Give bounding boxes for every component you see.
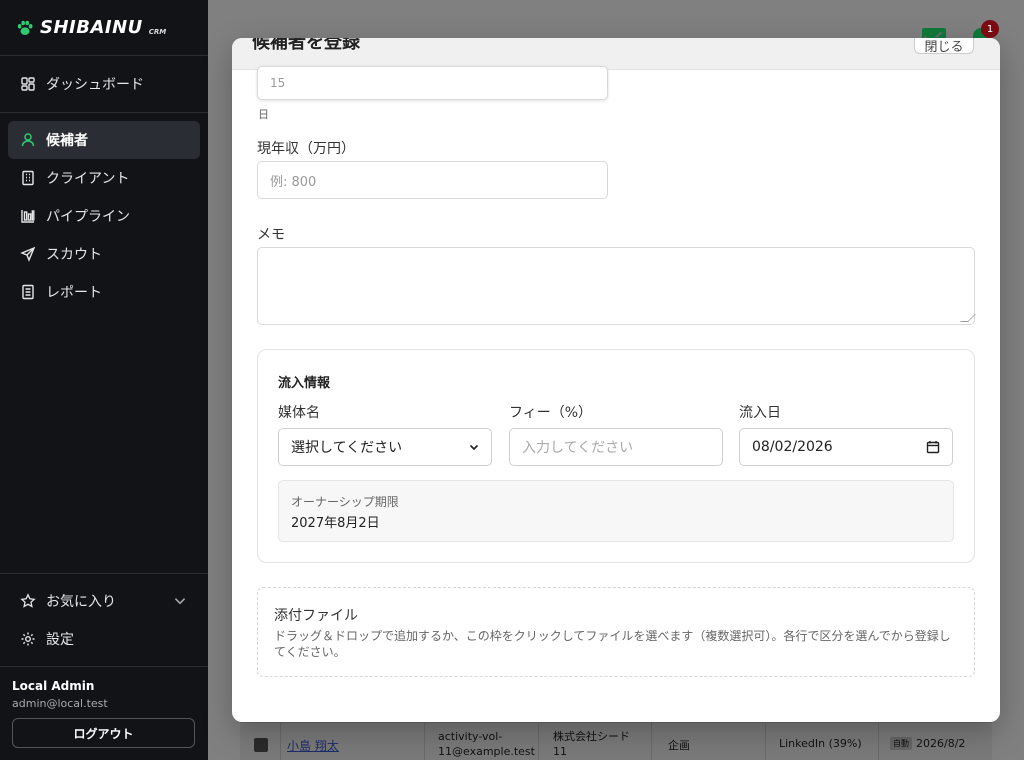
notification-badge: 1: [981, 20, 999, 38]
ownership-deadline: オーナーシップ期限 2027年8月2日: [278, 480, 954, 542]
register-candidate-modal: 候補者を登録 閉じる 15 日 現年収（万円） 例: 800 メモ 流入情報 媒…: [232, 38, 1000, 722]
candidate-date: 2026/8/2: [916, 737, 966, 750]
memo-textarea[interactable]: [257, 247, 976, 325]
attachment-dropzone[interactable]: 添付ファイル ドラッグ＆ドロップで追加するか、この枠をクリックしてファイルを選べ…: [257, 587, 975, 677]
sidebar-item-label: ダッシュボード: [46, 77, 144, 93]
column-divider: [280, 723, 281, 760]
inflow-date-field: 流入日 08/02/2026: [739, 402, 953, 466]
resize-handle-icon[interactable]: [960, 314, 976, 322]
media-select-value: 選択してください: [291, 440, 403, 456]
nav-main: 候補者 クライアント パイプライン スカウト レポート: [0, 113, 208, 573]
person-icon: [21, 133, 35, 147]
memo-label: メモ: [257, 227, 285, 243]
attachment-description: ドラッグ＆ドロップで追加するか、この枠をクリックしてファイルを選べます（複数選択…: [274, 629, 951, 659]
star-icon: [20, 593, 36, 608]
inflow-date-value: 08/02/2026: [752, 439, 833, 455]
inflow-date-label: 流入日: [739, 405, 781, 421]
sidebar-item-clients[interactable]: クライアント: [8, 159, 200, 197]
modal-body: 15 日 現年収（万円） 例: 800 メモ 流入情報 媒体名 選択してください…: [232, 66, 1000, 722]
brand-name: SHIBAINU: [40, 17, 143, 38]
fee-label: フィー（%）: [509, 405, 593, 421]
sidebar-item-pipeline[interactable]: パイプライン: [8, 197, 200, 235]
candidate-company: 株式会社シード 11: [553, 730, 630, 758]
row-checkbox[interactable]: [254, 738, 268, 752]
send-icon: [20, 246, 36, 262]
candidate-source: LinkedIn (39%): [779, 737, 862, 750]
sidebar-item-label: 設定: [46, 632, 74, 648]
sidebar-item-dashboard[interactable]: ダッシュボード: [8, 66, 200, 102]
column-divider: [765, 723, 766, 760]
paw-icon: [17, 20, 33, 35]
candidate-email: activity-vol-11@example.test: [438, 730, 535, 758]
dashboard-icon: [21, 77, 35, 91]
fee-field: フィー（%） 入力してください: [509, 402, 723, 466]
sidebar-item-label: 候補者: [46, 133, 88, 149]
sidebar-item-candidates[interactable]: 候補者: [8, 121, 200, 159]
sidebar-item-label: クライアント: [46, 171, 130, 187]
auto-badge: 自動: [890, 737, 912, 750]
candidate-name-link[interactable]: 小島 翔太: [287, 737, 339, 754]
logout-button[interactable]: ログアウト: [12, 718, 195, 748]
sidebar-item-label: スカウト: [46, 247, 102, 263]
candidate-position: 企画: [668, 739, 690, 752]
report-icon: [22, 284, 34, 300]
chevron-down-icon[interactable]: [172, 593, 188, 609]
media-field: 媒体名 選択してください: [278, 402, 492, 466]
inflow-section: 流入情報 媒体名 選択してください フィー（%） 入力してください 流入日 08…: [257, 349, 975, 563]
inflow-date-input[interactable]: 08/02/2026: [739, 428, 953, 466]
gear-icon: [21, 632, 35, 646]
salary-label: 現年収（万円）: [257, 141, 355, 157]
fee-input[interactable]: 入力してください: [509, 428, 723, 466]
ownership-label: オーナーシップ期限: [291, 495, 399, 509]
sidebar-item-favorites[interactable]: お気に入り: [8, 582, 200, 620]
column-divider: [878, 723, 879, 760]
chevron-down-icon: [469, 444, 479, 451]
sidebar-item-label: レポート: [46, 285, 102, 301]
inflow-title: 流入情報: [278, 376, 331, 391]
attachment-title: 添付ファイル: [274, 608, 358, 624]
sidebar-item-label: お気に入り: [46, 594, 116, 610]
media-label: 媒体名: [278, 405, 320, 421]
column-divider: [424, 723, 425, 760]
building-icon: [22, 170, 34, 186]
nav-top: ダッシュボード: [0, 56, 208, 113]
ownership-value: 2027年8月2日: [291, 516, 380, 531]
days-unit: 日: [258, 108, 269, 121]
user-panel: Local Admin admin@local.test ログアウト: [0, 666, 208, 760]
salary-input[interactable]: 例: 800: [257, 161, 608, 199]
column-divider: [651, 723, 652, 760]
brand-sub: CRM: [148, 27, 167, 36]
days-input[interactable]: 15: [257, 66, 608, 100]
user-name: Local Admin: [12, 679, 95, 693]
pipeline-icon: [21, 210, 35, 223]
table-row[interactable]: 小島 翔太 activity-vol-11@example.test 株式会社シ…: [240, 722, 992, 760]
sidebar-item-label: パイプライン: [46, 209, 130, 225]
logo[interactable]: SHIBAINU CRM: [0, 0, 208, 56]
sidebar-item-reports[interactable]: レポート: [8, 273, 200, 311]
sidebar-item-scout[interactable]: スカウト: [8, 235, 200, 273]
modal-title: 候補者を登録: [252, 38, 360, 53]
media-select[interactable]: 選択してください: [278, 428, 492, 466]
close-button[interactable]: 閉じる: [914, 38, 974, 55]
sidebar-item-settings[interactable]: 設定: [8, 620, 200, 658]
sidebar: SHIBAINU CRM ダッシュボード 候補者 クライアント パイプライン ス…: [0, 0, 208, 760]
calendar-icon[interactable]: [926, 440, 940, 454]
column-divider: [538, 723, 539, 760]
nav-bottom: お気に入り 設定: [0, 573, 208, 666]
user-email: admin@local.test: [12, 697, 108, 710]
